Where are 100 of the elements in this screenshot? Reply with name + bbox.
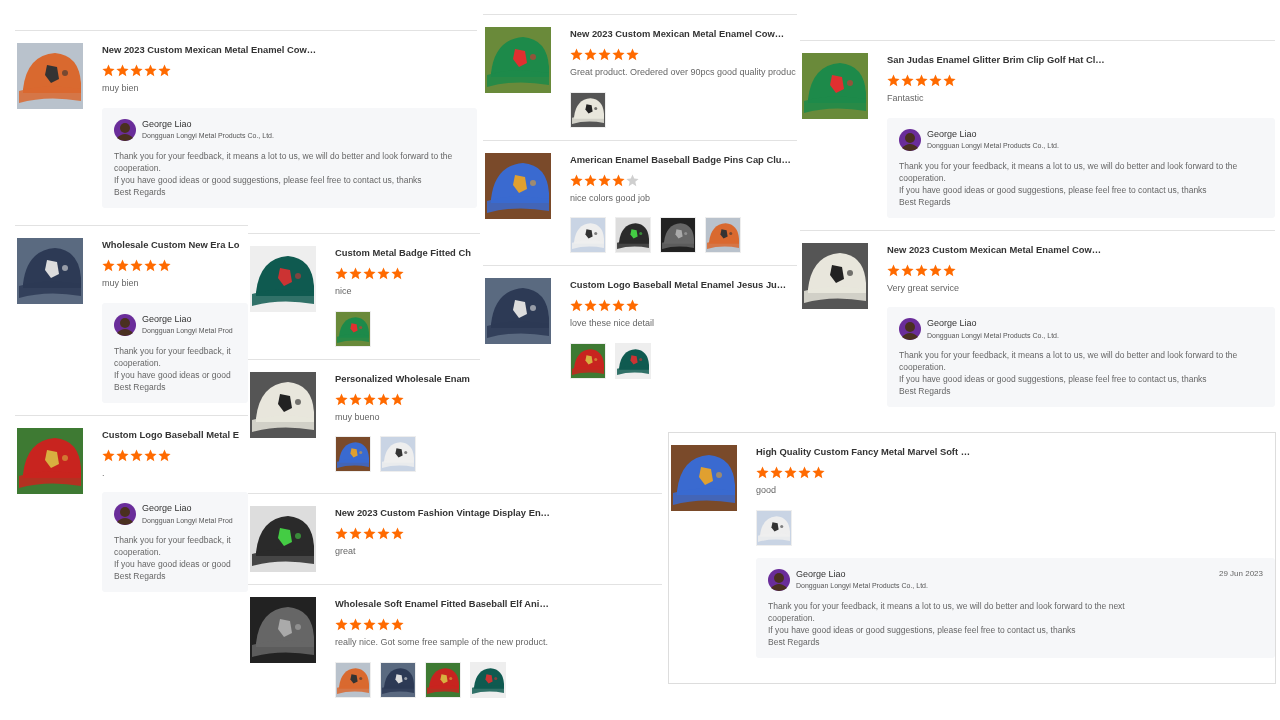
avatar-icon xyxy=(899,318,921,341)
review-comment: really nice. Got some free sample of the new product. xyxy=(335,636,550,650)
star-icon xyxy=(158,448,171,462)
star-icon xyxy=(102,64,115,78)
star-icon xyxy=(116,259,129,273)
star-icon xyxy=(377,392,390,406)
reply-text: Best Regards xyxy=(899,385,952,398)
review-comment: muy bien xyxy=(102,82,140,96)
review-comment: good xyxy=(756,484,778,498)
star-icon xyxy=(584,48,597,62)
star-icon xyxy=(812,466,825,480)
star-icon xyxy=(626,299,639,313)
reply-text: cooperation. xyxy=(114,546,162,559)
avatar-icon xyxy=(114,118,136,141)
star-icon xyxy=(901,74,914,88)
star-icon xyxy=(158,259,171,273)
product-title[interactable]: High Quality Custom Fancy Metal Marvel Soft … xyxy=(756,445,1275,460)
star-icon xyxy=(116,448,129,462)
seller-name: George Liao xyxy=(142,117,193,131)
reply-text: Thank you for your feedback, it xyxy=(114,534,232,547)
review-comment: muy bueno xyxy=(335,410,381,424)
product-title[interactable]: New 2023 Custom Mexican Metal Enamel Cow… xyxy=(887,242,1275,257)
product-title[interactable]: Custom Metal Badge Fitted Ch xyxy=(335,246,480,261)
product-title[interactable]: Wholesale Soft Enamel Fitted Baseball Elf Ani… xyxy=(335,597,662,612)
product-title[interactable]: San Judas Enamel Glitter Brim Clip Golf Hat Cl… xyxy=(887,53,1275,68)
star-icon xyxy=(377,527,390,541)
avatar-icon xyxy=(114,313,136,336)
reply-text: Thank you for your feedback, it means a lot to us, we will do better and look forward to the xyxy=(899,349,1239,362)
star-icon xyxy=(626,173,639,187)
seller-name: George Liao xyxy=(142,502,193,516)
star-icon xyxy=(335,527,348,541)
star-icon xyxy=(377,267,390,281)
star-icon xyxy=(102,448,115,462)
star-icon xyxy=(130,448,143,462)
star-icon xyxy=(570,299,583,313)
star-icon xyxy=(144,64,157,78)
star-icon xyxy=(144,259,157,273)
seller-name: George Liao xyxy=(927,317,978,331)
product-title[interactable]: New 2023 Custom Fashion Vintage Display En… xyxy=(335,506,662,521)
product-title[interactable]: New 2023 Custom Mexican Metal Enamel Cow… xyxy=(570,27,797,42)
star-icon xyxy=(584,299,597,313)
product-title[interactable]: Custom Logo Baseball Metal Enamel Jesus Ju… xyxy=(570,278,797,293)
star-icon xyxy=(377,618,390,632)
star-icon xyxy=(391,527,404,541)
reply-text: Best Regards xyxy=(114,380,167,393)
star-icon xyxy=(391,392,404,406)
review-comment: muy bien xyxy=(102,277,140,291)
reply-text: Thank you for your feedback, it means a lot to us, we will do better and look forward to the xyxy=(114,149,454,162)
reply-text: If you have good ideas or good suggestions, please feel free to contact us, thanks xyxy=(114,173,423,186)
star-icon xyxy=(570,48,583,62)
star-icon xyxy=(612,173,625,187)
reply-text: Best Regards xyxy=(768,635,821,648)
star-icon xyxy=(598,173,611,187)
avatar-icon xyxy=(768,568,790,591)
reply-text: cooperation. xyxy=(114,161,162,174)
star-icon xyxy=(943,74,956,88)
star-icon xyxy=(116,64,129,78)
star-icon xyxy=(130,259,143,273)
star-icon xyxy=(626,48,639,62)
reply-text: If you have good ideas or good xyxy=(114,558,232,571)
star-icon xyxy=(929,263,942,277)
product-title[interactable]: Custom Logo Baseball Metal E xyxy=(102,427,248,442)
reply-text: Thank you for your feedback, it xyxy=(114,344,232,357)
reply-text: Best Regards xyxy=(114,185,167,198)
star-icon xyxy=(770,466,783,480)
star-icon xyxy=(335,618,348,632)
star-icon xyxy=(612,299,625,313)
review-comment: nice colors good job xyxy=(570,191,652,205)
star-icon xyxy=(943,263,956,277)
star-icon xyxy=(102,259,115,273)
review-comment: Great product. Oredered over 90pcs good quality produc xyxy=(570,66,797,80)
product-title[interactable]: Personalized Wholesale Enam xyxy=(335,371,480,386)
star-icon xyxy=(363,392,376,406)
star-icon xyxy=(349,527,362,541)
star-icon xyxy=(349,392,362,406)
reply-text: If you have good ideas or good suggestions, please feel free to contact us, thanks xyxy=(768,623,1077,636)
star-icon xyxy=(887,263,900,277)
reply-text: cooperation. xyxy=(899,171,947,184)
reply-text: cooperation. xyxy=(768,611,816,624)
review-comment: love these nice detail xyxy=(570,317,656,331)
star-icon xyxy=(349,267,362,281)
reply-date: 29 Jun 2023 xyxy=(1218,567,1263,580)
review-comment: Fantastic xyxy=(887,92,925,106)
product-title[interactable]: New 2023 Custom Mexican Metal Enamel Cow… xyxy=(102,43,477,58)
seller-name: George Liao xyxy=(142,312,193,326)
reply-text: If you have good ideas or good suggestions, please feel free to contact us, thanks xyxy=(899,183,1208,196)
star-icon xyxy=(130,64,143,78)
product-title[interactable]: American Enamel Baseball Badge Pins Cap Clu… xyxy=(570,152,797,167)
review-comment: . xyxy=(102,466,106,480)
seller-name: George Liao xyxy=(927,127,978,141)
reply-text: cooperation. xyxy=(114,356,162,369)
star-icon xyxy=(929,74,942,88)
star-icon xyxy=(158,64,171,78)
review-comment: nice xyxy=(335,285,353,299)
star-icon xyxy=(335,267,348,281)
reply-text: Thank you for your feedback, it means a lot to us, we will do better and look forward to the next xyxy=(768,599,1126,612)
star-icon xyxy=(349,618,362,632)
reply-text: Thank you for your feedback, it means a lot to us, we will do better and look forward to the xyxy=(899,159,1239,172)
product-title[interactable]: Wholesale Custom New Era Lo xyxy=(102,238,248,253)
star-icon xyxy=(756,466,769,480)
